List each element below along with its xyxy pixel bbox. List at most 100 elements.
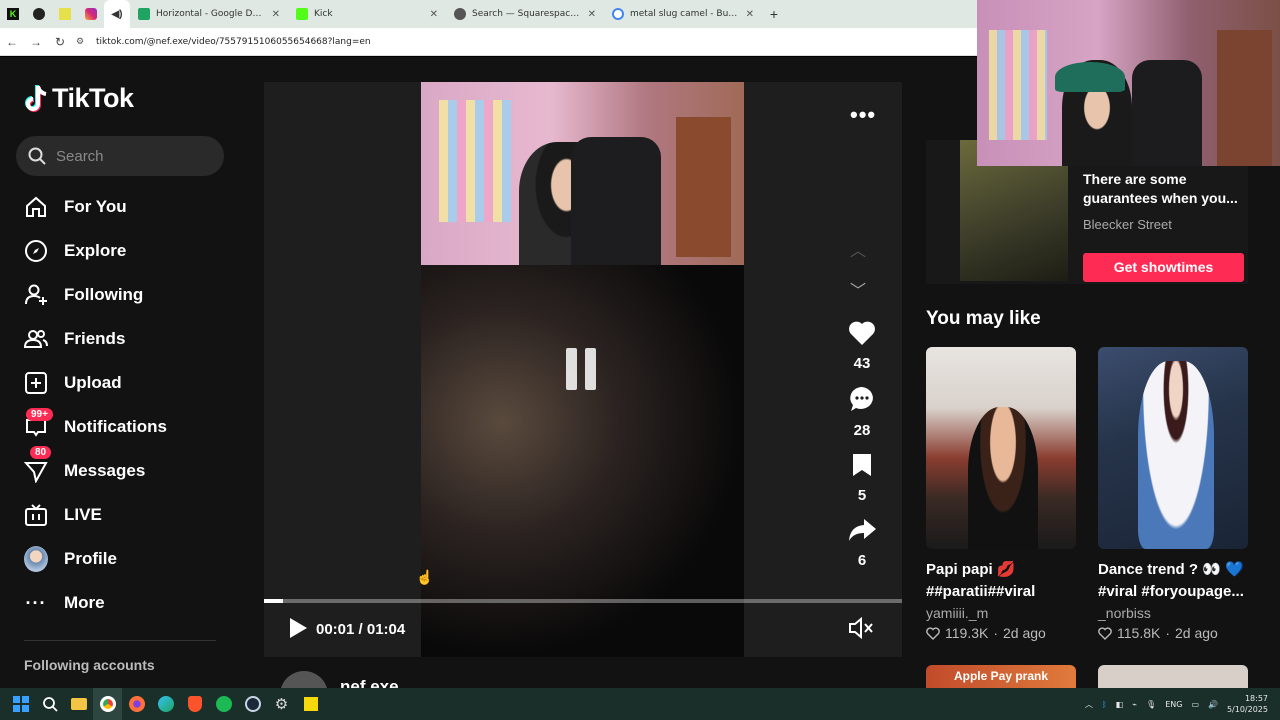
chrome-icon[interactable]	[93, 688, 122, 720]
firefox-icon[interactable]	[122, 688, 151, 720]
sticky-notes-icon[interactable]	[296, 688, 325, 720]
video-frame[interactable]	[421, 82, 744, 657]
compass-icon	[24, 239, 48, 263]
new-tab-button[interactable]: +	[762, 6, 786, 22]
save-button[interactable]: 5	[840, 452, 884, 504]
comment-button[interactable]: 28	[840, 385, 884, 439]
recommended-video-card[interactable]: Papi papi 💋 ##paratii##viral yamiiii._m …	[926, 347, 1076, 641]
reload-button[interactable]: ↻	[48, 35, 72, 49]
video-webcam-region	[421, 82, 744, 265]
kick-icon	[296, 8, 308, 20]
usb-icon[interactable]: ⌁	[1132, 700, 1137, 709]
card-age: 2d ago	[1003, 625, 1046, 641]
tab-squarespace[interactable]: Search — Squarespace Domain ✕	[446, 0, 604, 28]
video-thumbnail[interactable]: Apple Pay prank	[926, 665, 1076, 688]
video-player[interactable]: ••• ︿ ﹀ 43 28 5 6	[264, 82, 902, 657]
sidebar-item-live[interactable]: LIVE	[24, 493, 224, 537]
card-caption: Papi papi 💋 ##paratii##viral	[926, 561, 1036, 600]
volume-mute-icon[interactable]	[848, 617, 874, 639]
pinned-tab-sticker[interactable]	[52, 0, 78, 28]
card-username[interactable]: _norbiss	[1098, 605, 1248, 621]
tab-kick[interactable]: Kick ✕	[288, 0, 446, 28]
sidebar-item-for-you[interactable]: For You	[24, 185, 224, 229]
file-explorer-icon[interactable]	[64, 688, 93, 720]
clock[interactable]: 18:57 5/10/2025	[1227, 693, 1268, 715]
bookmark-icon	[853, 454, 871, 476]
close-tab-icon[interactable]: ✕	[746, 9, 754, 20]
bluetooth-icon[interactable]: ᛒ	[1102, 700, 1107, 709]
sidebar-item-following[interactable]: Following	[24, 273, 224, 317]
share-button[interactable]: 6	[840, 517, 884, 569]
chevron-up-icon[interactable]: ︿	[1085, 699, 1093, 710]
sidebar-item-label: Messages	[64, 461, 146, 480]
microphone-icon[interactable]: 🎙	[1146, 700, 1156, 709]
pinned-tab-instagram[interactable]	[78, 0, 104, 28]
sidebar-item-friends[interactable]: Friends	[24, 317, 224, 361]
brave-icon[interactable]	[180, 688, 209, 720]
sidebar-item-profile[interactable]: Profile	[24, 537, 224, 581]
sidebar-item-explore[interactable]: Explore	[24, 229, 224, 273]
card-dot: ·	[1165, 625, 1171, 641]
kick-icon: K	[7, 8, 19, 20]
video-time: 00:01 / 01:04	[316, 621, 406, 638]
url-text[interactable]: tiktok.com/@nef.exe/video/75579151060556…	[96, 37, 371, 47]
squarespace-icon	[454, 8, 466, 20]
like-button[interactable]: 43	[840, 320, 884, 372]
video-thumbnail[interactable]	[926, 347, 1076, 549]
speaker-icon: ◀)	[111, 8, 123, 20]
search-icon	[28, 147, 46, 165]
sidebar-item-label: Friends	[64, 329, 126, 348]
forward-button[interactable]: →	[24, 35, 48, 49]
pinned-tab-github[interactable]	[26, 0, 52, 28]
spotify-icon[interactable]	[209, 688, 238, 720]
sidebar-item-more[interactable]: ··· More	[24, 581, 224, 625]
tiktok-note-icon	[24, 84, 50, 114]
back-button[interactable]: ←	[0, 35, 24, 49]
tab-google-drive[interactable]: Horizontal - Google Drive ✕	[130, 0, 288, 28]
tab-google-search[interactable]: metal slug camel - Buscar con G ✕	[604, 0, 762, 28]
author-name[interactable]: nef.exe	[340, 677, 399, 688]
recommended-video-card[interactable]: Dance trend ? 👀 💙 #viral #foryoupage... …	[1098, 347, 1248, 641]
search-box[interactable]	[16, 136, 224, 176]
like-count: 43	[853, 355, 871, 372]
settings-icon[interactable]: ⚙	[267, 688, 296, 720]
system-tray: ︿ ᛒ ◧ ⌁ 🎙 ENG ▭ 🔊 18:57 5/10/2025	[1085, 688, 1280, 720]
search-input[interactable]	[56, 147, 206, 165]
close-tab-icon[interactable]: ✕	[588, 9, 596, 20]
clock-time: 18:57	[1244, 694, 1268, 703]
more-options-icon[interactable]: •••	[850, 102, 876, 128]
edge-icon[interactable]	[151, 688, 180, 720]
sidebar-item-label: Following	[64, 285, 144, 304]
windows-start-icon[interactable]	[6, 688, 35, 720]
author-avatar[interactable]	[280, 671, 328, 688]
tab-title: metal slug camel - Buscar con G	[630, 9, 738, 19]
video-thumbnail[interactable]	[1098, 347, 1248, 549]
card-username[interactable]: yamiiii._m	[926, 605, 1076, 621]
sidebar-item-upload[interactable]: Upload	[24, 361, 224, 405]
network-icon[interactable]: ◧	[1116, 700, 1124, 709]
close-tab-icon[interactable]: ✕	[430, 9, 438, 20]
monitor-icon[interactable]: ▭	[1191, 700, 1199, 709]
sidebar-item-notifications[interactable]: 99+ Notifications	[24, 405, 224, 449]
volume-icon[interactable]: 🔊	[1208, 700, 1218, 709]
messages-badge: 80	[30, 446, 52, 459]
send-icon	[24, 459, 48, 483]
windows-taskbar: ⚙ ︿ ᛒ ◧ ⌁ 🎙 ENG ▭ 🔊 18:57 5/10/2025	[0, 688, 1280, 720]
video-thumbnail[interactable]	[1098, 665, 1248, 688]
tab-title: Kick	[314, 9, 333, 19]
chevron-up-icon[interactable]: ︿	[850, 237, 866, 261]
sidebar-item-messages[interactable]: 80 Messages	[24, 446, 224, 493]
chevron-down-icon[interactable]: ﹀	[850, 277, 866, 301]
pinned-tab-audio[interactable]: ◀)	[104, 0, 130, 28]
google-drive-icon	[138, 8, 150, 20]
get-showtimes-button[interactable]: Get showtimes	[1083, 253, 1244, 282]
pause-icon[interactable]	[566, 348, 596, 390]
language-indicator[interactable]: ENG	[1165, 700, 1182, 709]
tiktok-logo[interactable]: TikTok	[24, 83, 134, 114]
search-icon[interactable]	[35, 688, 64, 720]
site-info-icon[interactable]: ⚙	[76, 36, 90, 47]
pinned-tab-kick[interactable]: K	[0, 0, 26, 28]
steam-icon[interactable]	[238, 688, 267, 720]
play-icon[interactable]	[288, 617, 308, 639]
close-tab-icon[interactable]: ✕	[272, 9, 280, 20]
